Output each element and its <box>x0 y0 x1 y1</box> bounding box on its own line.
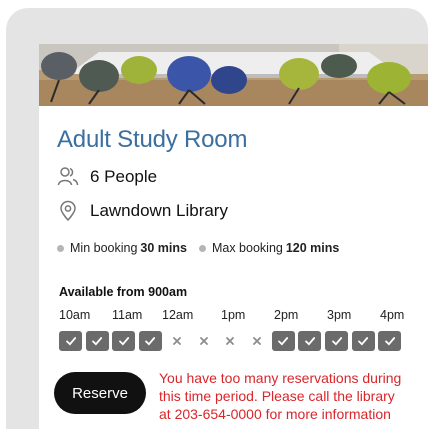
location-row: Lawndown Library <box>57 200 228 222</box>
bullet-dot-icon <box>57 244 64 252</box>
time-slot-available[interactable] <box>85 331 109 351</box>
checkmark-icon <box>278 337 289 346</box>
availability-heading: Available from 900am <box>59 285 188 299</box>
max-booking-value: 120 mins <box>285 241 340 255</box>
max-booking-label: Max booking <box>211 241 283 255</box>
time-slot-available[interactable] <box>351 331 375 351</box>
x-icon <box>226 337 234 345</box>
capacity-text: 6 People <box>90 167 158 186</box>
x-icon <box>252 337 261 345</box>
time-slot-available[interactable] <box>325 331 348 351</box>
map-pin-icon <box>60 200 76 222</box>
checkmark-icon <box>118 337 129 346</box>
room-card: Adult Study Room 6 People Lawndown Libra… <box>39 44 428 429</box>
time-slot-available[interactable] <box>378 331 402 351</box>
time-label: 11am <box>112 308 143 322</box>
time-slot-available[interactable] <box>298 331 322 351</box>
time-slot-available[interactable] <box>59 331 82 351</box>
bullet-dot-icon <box>198 244 206 252</box>
min-booking: Min booking 30 mins <box>57 241 187 255</box>
room-photo <box>39 44 428 106</box>
checkmark-icon <box>384 337 395 346</box>
time-slot-unavailable <box>165 331 188 351</box>
time-label: 12am <box>162 308 194 322</box>
checkmark-icon <box>65 337 76 346</box>
min-booking-value: 30 mins <box>140 241 187 255</box>
time-label: 3pm <box>327 308 352 322</box>
max-booking: Max booking 120 mins <box>198 241 340 255</box>
error-line: at 203-654-0000 for more information <box>159 406 391 422</box>
checkmark-icon <box>92 337 103 346</box>
booking-rules: Min booking 30 mins Max booking 120 mins <box>57 241 351 255</box>
time-slot-available[interactable] <box>112 331 136 351</box>
error-line: You have too many reservations during <box>159 370 402 386</box>
checkmark-icon <box>331 337 342 346</box>
time-label: 2pm <box>274 308 299 322</box>
checkmark-icon <box>304 337 315 346</box>
time-slot-unavailable <box>219 331 242 351</box>
reserve-button[interactable]: Reserve <box>54 372 146 414</box>
min-booking-label: Min booking <box>70 241 138 255</box>
time-label: 10am <box>59 308 91 322</box>
error-line: this time period. Please call the librar… <box>159 388 395 404</box>
time-labels: 10am 11am 12am 1pm 2pm 3pm 4pm <box>59 308 419 324</box>
time-label: 4pm <box>380 308 405 322</box>
people-icon <box>57 167 79 186</box>
location-text: Lawndown Library <box>90 201 228 220</box>
checkmark-icon <box>358 337 369 346</box>
x-icon <box>172 337 181 345</box>
time-slot-unavailable <box>245 331 268 351</box>
checkmark-icon <box>145 337 156 346</box>
x-icon <box>199 337 208 345</box>
time-slot-unavailable <box>192 331 215 351</box>
capacity-row: 6 People <box>57 166 157 188</box>
time-slot-available[interactable] <box>271 331 295 351</box>
error-message: You have too many reservations during th… <box>159 369 427 423</box>
time-label: 1pm <box>221 308 246 322</box>
room-title: Adult Study Room <box>57 126 248 153</box>
time-slot-available[interactable] <box>138 331 162 351</box>
